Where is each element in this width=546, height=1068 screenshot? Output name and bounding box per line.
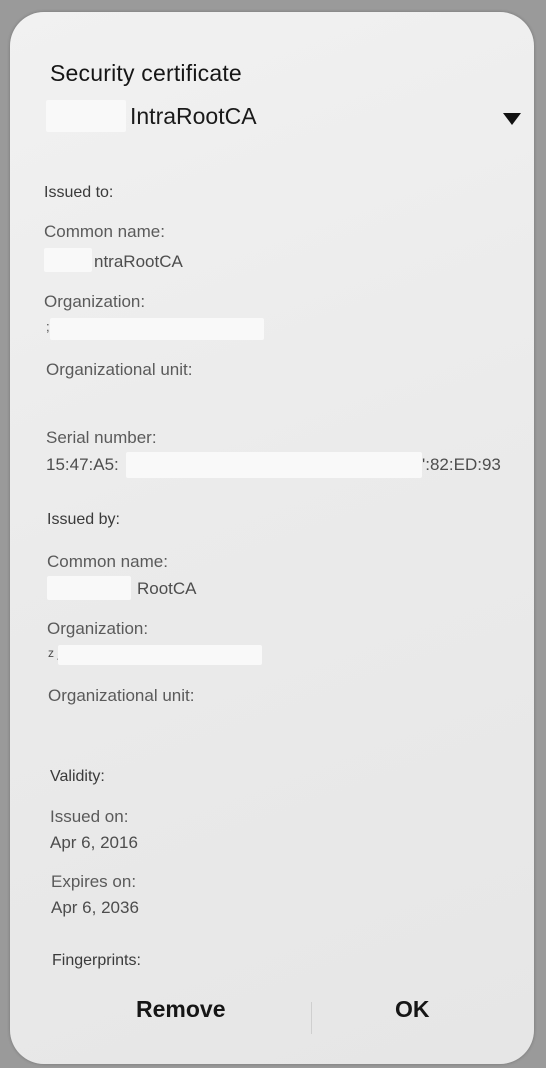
issued-to-organization-label: Organization: bbox=[44, 292, 146, 311]
ok-button[interactable]: OK bbox=[395, 996, 430, 1023]
serial-number-start: 15:47:A5: bbox=[46, 455, 119, 474]
issued-by-common-name-label: Common name: bbox=[47, 552, 168, 571]
issued-by-org-unit-label: Organizational unit: bbox=[48, 686, 195, 705]
serial-number-label: Serial number: bbox=[46, 428, 157, 447]
redaction-mask bbox=[47, 576, 131, 600]
redaction-mask bbox=[50, 318, 264, 340]
redaction-mask bbox=[58, 645, 262, 665]
caret-down-icon[interactable] bbox=[503, 113, 521, 125]
issued-by-organization-label: Organization: bbox=[47, 619, 149, 638]
fingerprints-heading: Fingerprints: bbox=[52, 952, 141, 969]
redaction-mask bbox=[126, 452, 422, 478]
issued-on-label: Issued on: bbox=[50, 807, 129, 826]
issued-to-heading: Issued to: bbox=[44, 184, 114, 201]
action-divider bbox=[311, 1002, 312, 1034]
expires-on-label: Expires on: bbox=[51, 872, 137, 891]
security-certificate-dialog: Security certificate IntraRootCA Issued … bbox=[10, 12, 534, 1064]
certificate-name: IntraRootCA bbox=[130, 103, 257, 129]
expires-on-value: Apr 6, 2036 bbox=[51, 898, 139, 917]
dialog-actions: Remove OK bbox=[10, 974, 534, 1064]
redaction-mask bbox=[44, 248, 92, 272]
issued-on-value: Apr 6, 2016 bbox=[50, 833, 138, 852]
issued-to-common-name-value: ntraRootCA bbox=[94, 252, 183, 271]
issued-to-org-unit-label: Organizational unit: bbox=[46, 360, 193, 379]
issued-to-common-name-label: Common name: bbox=[44, 222, 165, 241]
issued-by-common-name-value: RootCA bbox=[137, 579, 197, 598]
certificate-dropdown[interactable]: IntraRootCA bbox=[46, 94, 526, 140]
issued-by-heading: Issued by: bbox=[47, 511, 120, 528]
dialog-title: Security certificate bbox=[50, 60, 242, 86]
validity-heading: Validity: bbox=[50, 768, 105, 785]
serial-number-end: ':82:ED:93 bbox=[422, 455, 501, 474]
remove-button[interactable]: Remove bbox=[136, 996, 225, 1023]
redaction-mask bbox=[46, 100, 126, 132]
